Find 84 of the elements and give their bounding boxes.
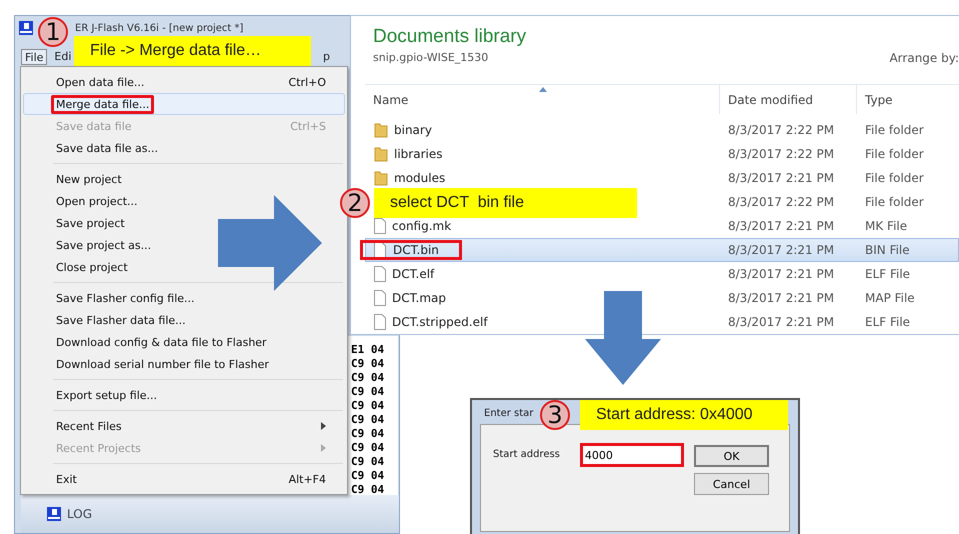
folder-icon bbox=[374, 122, 388, 138]
type-cell-text: ELF File bbox=[864, 267, 912, 281]
type-cell-text: MK File bbox=[864, 219, 908, 233]
caret-icon bbox=[321, 422, 326, 430]
file-name: DCT.bin bbox=[360, 240, 462, 260]
menu-item[interactable]: New project bbox=[23, 168, 141, 190]
hex-text: C9 04 bbox=[350, 441, 386, 455]
menu-bar-item[interactable]: p bbox=[320, 49, 333, 65]
menu-item[interactable]: Open project... bbox=[23, 190, 157, 212]
date-cell-text: 8/3/2017 2:22 PM bbox=[727, 147, 836, 161]
callout-label: Start address: 0x4000 bbox=[580, 400, 788, 430]
menu-item[interactable]: Save data file as... bbox=[23, 137, 177, 159]
arrange-by-link[interactable]: Arrange by: bbox=[889, 51, 959, 76]
menu-item[interactable]: Save project bbox=[23, 212, 144, 234]
hex-text: C9 04 bbox=[350, 413, 386, 427]
menu-item[interactable]: Download config & data file to Flasher bbox=[23, 331, 286, 353]
caret-icon bbox=[321, 444, 326, 452]
app-logo-icon bbox=[47, 507, 61, 521]
type-cell-text: MAP File bbox=[864, 291, 916, 305]
type-cell-text: File folder bbox=[864, 195, 925, 209]
hex-text: C9 04 bbox=[350, 483, 386, 497]
menu-bar-item[interactable]: Edi bbox=[51, 49, 74, 65]
date-cell-text: 8/3/2017 2:21 PM bbox=[727, 171, 836, 185]
menu-item[interactable]: Open data file... Ctrl+O bbox=[23, 71, 345, 93]
file-name: binary bbox=[394, 123, 432, 137]
menu-item[interactable]: Save Flasher data file... bbox=[23, 309, 205, 331]
date-cell-text: 8/3/2017 2:22 PM bbox=[727, 195, 836, 209]
callout-label: select DCT bin file bbox=[374, 188, 637, 218]
hex-text: C9 04 bbox=[350, 357, 386, 371]
log-label: LOG bbox=[67, 507, 92, 521]
file-name: modules bbox=[394, 171, 446, 185]
callout-label: File -> Merge data file… bbox=[74, 36, 311, 66]
folder-path: snip.gpio-WISE_1530 bbox=[373, 51, 490, 64]
menu-item[interactable]: Close project bbox=[23, 256, 147, 278]
file-name: libraries bbox=[394, 147, 442, 161]
type-cell-text: File folder bbox=[864, 147, 925, 161]
file-icon bbox=[374, 290, 386, 306]
menu-item[interactable]: Download serial number file to Flasher bbox=[23, 353, 288, 375]
menu-item[interactable]: Save project as... bbox=[23, 234, 170, 256]
app-logo-icon bbox=[19, 21, 33, 35]
dialog-title: Enter star bbox=[483, 407, 534, 421]
dialog-button[interactable]: OK bbox=[694, 445, 769, 467]
hex-text: C9 04 bbox=[350, 469, 386, 483]
file-name: DCT.elf bbox=[392, 267, 434, 281]
hex-text: C9 04 bbox=[350, 399, 386, 413]
date-cell-text: 8/3/2017 2:22 PM bbox=[727, 123, 836, 137]
file-icon bbox=[374, 314, 386, 330]
menu-item[interactable]: Export setup file... bbox=[23, 384, 176, 406]
folder-icon bbox=[374, 170, 388, 186]
hex-text: C9 04 bbox=[350, 371, 386, 385]
date-cell-text: 8/3/2017 2:21 PM bbox=[727, 291, 836, 305]
type-cell-text: BIN File bbox=[864, 243, 911, 257]
column-header[interactable]: Name bbox=[365, 85, 719, 114]
menu-item[interactable]: Recent Files bbox=[23, 415, 345, 437]
start-address-field[interactable]: 4000 bbox=[580, 443, 684, 467]
type-cell-text: File folder bbox=[864, 123, 925, 137]
field-label: Start address bbox=[493, 449, 560, 460]
dialog-button[interactable]: Cancel bbox=[694, 473, 769, 495]
hex-text: E1 04 bbox=[350, 343, 386, 357]
date-cell-text: 8/3/2017 2:21 PM bbox=[727, 243, 836, 257]
file-name: DCT.stripped.elf bbox=[392, 315, 488, 329]
library-title: Documents library bbox=[373, 26, 526, 48]
sort-caret-icon bbox=[539, 87, 547, 92]
file-icon bbox=[374, 266, 386, 282]
menu-item[interactable]: Merge data file... bbox=[23, 93, 345, 115]
column-header[interactable]: Type bbox=[856, 85, 956, 114]
window-title: ER J-Flash V6.16i - [new project *] bbox=[75, 22, 244, 34]
menu-item[interactable]: Exit Alt+F4 bbox=[23, 468, 345, 490]
file-name: DCT.map bbox=[392, 291, 446, 305]
hex-text: C9 04 bbox=[350, 455, 386, 469]
date-cell-text: 8/3/2017 2:21 PM bbox=[727, 315, 836, 329]
menu-item[interactable]: Save Flasher config file... bbox=[23, 287, 214, 309]
date-cell-text: 8/3/2017 2:21 PM bbox=[727, 267, 836, 281]
file-name: config.mk bbox=[392, 219, 452, 233]
file-icon bbox=[374, 242, 386, 258]
hex-text: C9 04 bbox=[350, 385, 386, 399]
folder-icon bbox=[374, 146, 388, 162]
hex-text: C9 04 bbox=[350, 427, 386, 441]
file-icon bbox=[374, 218, 386, 234]
date-cell-text: 8/3/2017 2:21 PM bbox=[727, 219, 836, 233]
column-header[interactable]: Date modified bbox=[719, 85, 856, 114]
menu-bar-item[interactable]: File bbox=[21, 49, 48, 65]
type-cell-text: File folder bbox=[864, 171, 925, 185]
type-cell-text: ELF File bbox=[864, 315, 912, 329]
